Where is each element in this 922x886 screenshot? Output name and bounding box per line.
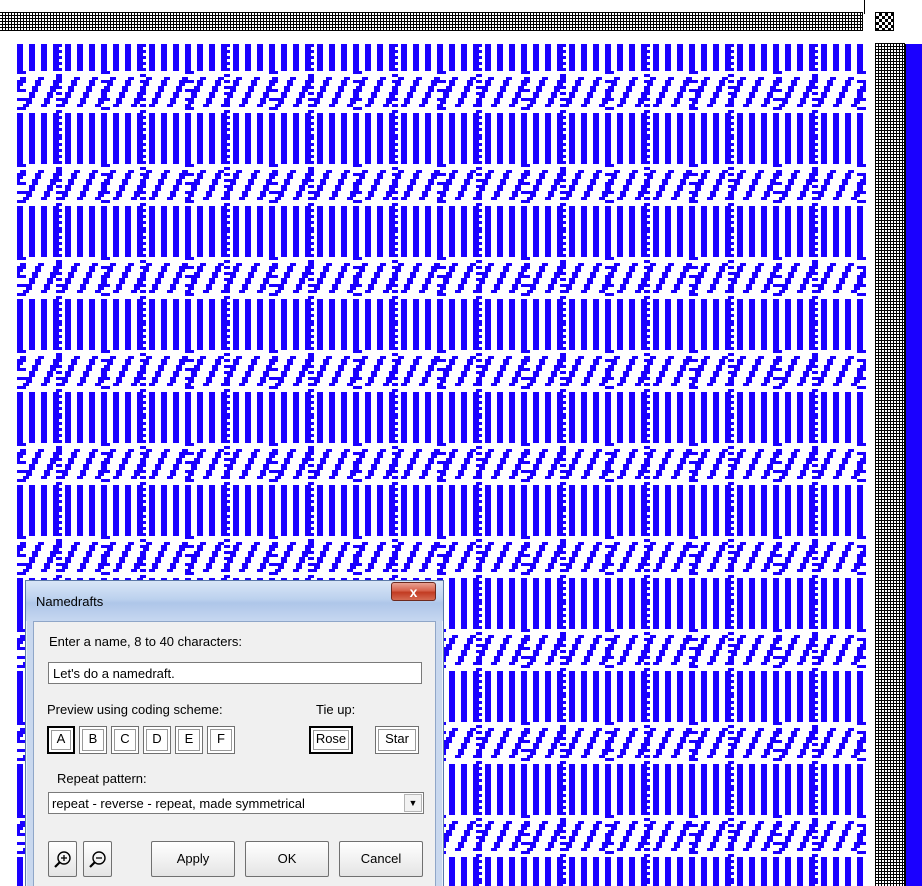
dialog-body: Enter a name, 8 to 40 characters: Previe…	[33, 621, 436, 886]
cancel-button[interactable]: Cancel	[339, 841, 423, 877]
zoom-out-icon	[89, 851, 106, 868]
chevron-down-icon[interactable]: ▼	[404, 794, 422, 812]
dialog-title: Namedrafts	[36, 594, 104, 609]
dialog-titlebar[interactable]: Namedrafts x	[26, 581, 443, 621]
treadling-grid[interactable]	[875, 43, 905, 886]
ok-button[interactable]: OK	[245, 841, 329, 877]
tieup-label: Tie up:	[316, 702, 356, 717]
namedrafts-dialog: Namedrafts x Enter a name, 8 to 40 chara…	[25, 580, 444, 886]
weft-color-bar[interactable]	[906, 44, 922, 886]
zoom-in-button[interactable]	[48, 841, 77, 877]
scheme-d-button[interactable]: D	[143, 726, 171, 754]
tieup-rose-button[interactable]: Rose	[309, 726, 353, 754]
repeat-pattern-value: repeat - reverse - repeat, made symmetri…	[52, 796, 305, 811]
preview-scheme-label: Preview using coding scheme:	[47, 702, 223, 717]
zoom-in-icon	[54, 851, 71, 868]
scheme-a-button[interactable]: A	[47, 726, 75, 754]
scheme-e-button[interactable]: E	[175, 726, 203, 754]
tieup-grid[interactable]	[875, 12, 894, 31]
repeat-pattern-label: Repeat pattern:	[57, 771, 147, 786]
name-prompt-label: Enter a name, 8 to 40 characters:	[49, 634, 242, 649]
tieup-star-button[interactable]: Star	[375, 726, 419, 754]
threading-divider	[864, 0, 865, 14]
scheme-f-button[interactable]: F	[207, 726, 235, 754]
scheme-c-button[interactable]: C	[111, 726, 139, 754]
threading-grid[interactable]	[0, 12, 863, 31]
zoom-out-button[interactable]	[83, 841, 112, 877]
scheme-b-button[interactable]: B	[79, 726, 107, 754]
name-input[interactable]	[48, 662, 422, 684]
close-icon: x	[409, 584, 418, 600]
close-button[interactable]: x	[391, 582, 436, 601]
repeat-pattern-select[interactable]: repeat - reverse - repeat, made symmetri…	[48, 792, 424, 814]
apply-button[interactable]: Apply	[151, 841, 235, 877]
weaving-draft-window: Namedrafts x Enter a name, 8 to 40 chara…	[0, 0, 922, 886]
